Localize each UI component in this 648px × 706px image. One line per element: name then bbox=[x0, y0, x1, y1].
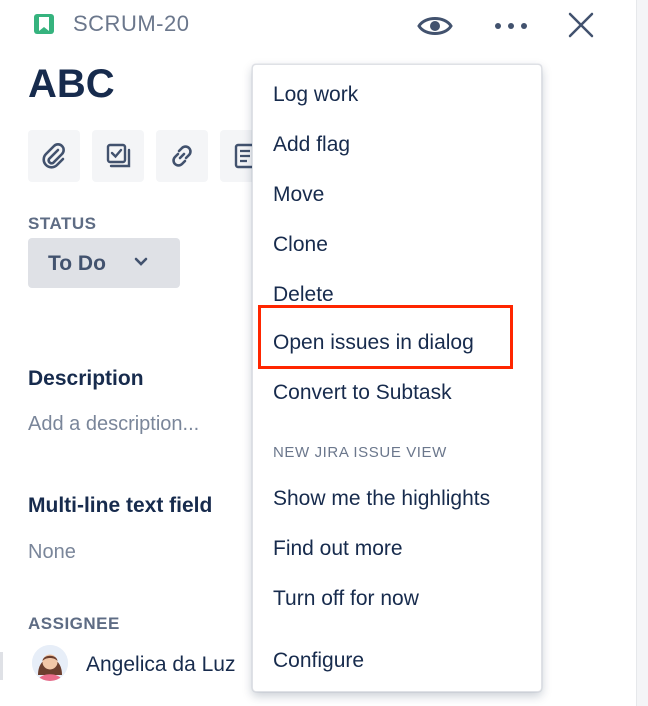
menu-item-log-work[interactable]: Log work bbox=[273, 83, 358, 107]
subtask-icon bbox=[106, 143, 131, 168]
close-button[interactable] bbox=[562, 6, 600, 44]
attach-button[interactable] bbox=[28, 130, 80, 182]
multiline-field-heading: Multi-line text field bbox=[28, 494, 213, 517]
description-field[interactable]: Add a description... bbox=[28, 413, 199, 436]
menu-item-find-out-more[interactable]: Find out more bbox=[273, 537, 403, 561]
eye-icon bbox=[417, 17, 453, 35]
description-heading: Description bbox=[28, 367, 144, 390]
avatar bbox=[32, 645, 68, 681]
issue-key-link[interactable]: SCRUM-20 bbox=[73, 11, 189, 37]
close-icon bbox=[568, 12, 594, 38]
attachment-icon bbox=[42, 143, 65, 169]
more-actions-menu: Log work Add flag Move Clone Delete Open… bbox=[252, 64, 542, 692]
menu-item-show-highlights[interactable]: Show me the highlights bbox=[273, 487, 490, 511]
menu-item-configure[interactable]: Configure bbox=[273, 649, 364, 673]
assignee-label: ASSIGNEE bbox=[28, 614, 120, 633]
menu-item-move[interactable]: Move bbox=[273, 183, 324, 207]
status-value: To Do bbox=[48, 252, 106, 275]
left-edge-marker bbox=[0, 652, 3, 680]
menu-group-label: NEW JIRA ISSUE VIEW bbox=[273, 444, 447, 461]
story-bookmark-icon bbox=[34, 14, 54, 34]
menu-item-add-flag[interactable]: Add flag bbox=[273, 133, 350, 157]
menu-item-turn-off[interactable]: Turn off for now bbox=[273, 587, 419, 611]
menu-item-delete[interactable]: Delete bbox=[273, 283, 334, 307]
adjacent-panel-edge bbox=[636, 0, 648, 706]
more-horizontal-icon bbox=[495, 23, 527, 29]
link-issue-button[interactable] bbox=[156, 130, 208, 182]
more-actions-button[interactable] bbox=[490, 8, 532, 44]
link-icon bbox=[172, 145, 192, 167]
multiline-field-value[interactable]: None bbox=[28, 541, 76, 564]
status-label: STATUS bbox=[28, 214, 97, 233]
menu-item-convert-to-subtask[interactable]: Convert to Subtask bbox=[273, 381, 452, 405]
chevron-down-icon bbox=[134, 257, 148, 266]
highlight-annotation bbox=[258, 305, 513, 369]
status-dropdown[interactable]: To Do bbox=[28, 238, 180, 288]
create-subtask-button[interactable] bbox=[92, 130, 144, 182]
issue-title[interactable]: ABC bbox=[28, 62, 115, 107]
assignee-name[interactable]: Angelica da Luz bbox=[86, 653, 235, 677]
watch-button[interactable] bbox=[414, 8, 456, 44]
menu-item-clone[interactable]: Clone bbox=[273, 233, 328, 257]
